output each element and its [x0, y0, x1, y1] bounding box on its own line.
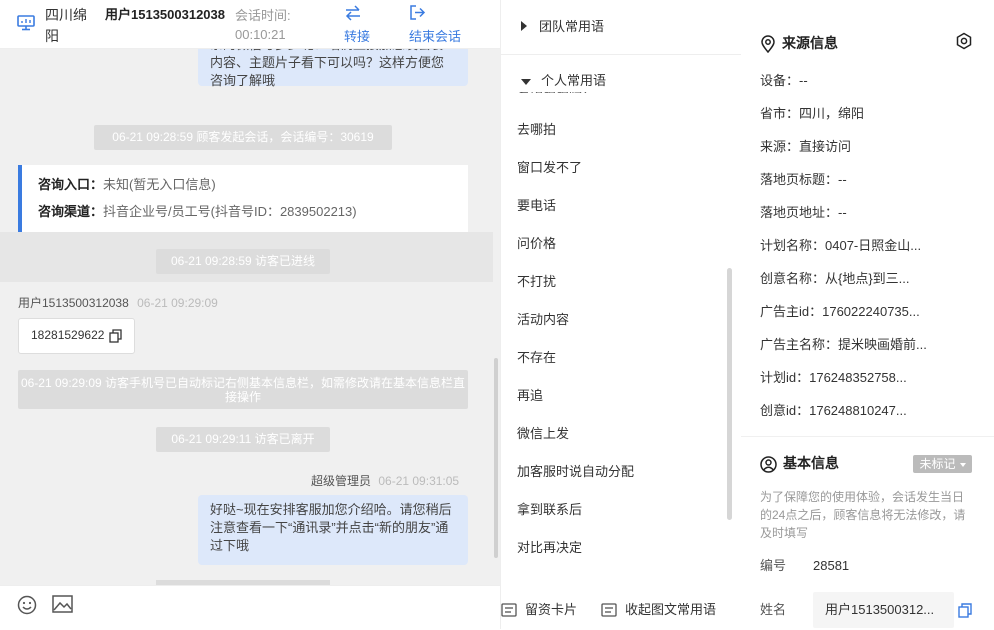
- user-circle-icon: [760, 456, 777, 473]
- phrase-item[interactable]: 要电话: [517, 197, 556, 215]
- source-info-label: 来源信息: [782, 35, 838, 51]
- consult-channel-label: 咨询渠道：: [38, 204, 104, 219]
- copy-icon[interactable]: [958, 603, 972, 618]
- chat-header: 四川绵阳 用户1513500312038 会话时间: 00:10:21 转接 结…: [0, 0, 500, 49]
- source-creative-name: 创意名称：从{地点}到三...: [760, 271, 910, 286]
- phrase-item[interactable]: 去哪拍: [517, 121, 556, 139]
- chat-scrollbar[interactable]: [494, 358, 498, 558]
- phrases-footer: 留资卡片 收起图文常用语: [501, 586, 741, 629]
- transfer-button[interactable]: 转接: [344, 3, 408, 45]
- consult-entry-value: 未知(暂无入口信息): [103, 177, 216, 192]
- phrase-item[interactable]: 再追: [517, 387, 543, 405]
- source-device: 设备：--: [760, 73, 808, 88]
- image-icon[interactable]: [52, 595, 73, 613]
- agent-message-bubble: 好哒~现在安排客服加您介绍哈。请您稍后注意查看一下“通讯录”并点击“新的朋友”通…: [198, 495, 468, 565]
- caret-right-icon: [521, 21, 527, 31]
- tag-dropdown[interactable]: 未标记: [913, 455, 972, 473]
- visitor-name: 用户1513500312038: [105, 7, 225, 22]
- agent-message-meta: 超级管理员 06-21 09:31:05: [311, 472, 459, 489]
- phrase-item[interactable]: 对比再决定: [517, 539, 582, 557]
- agent-message-time: 06-21 09:31:05: [378, 474, 460, 488]
- divider: [741, 436, 994, 437]
- source-landing-url: 落地页地址：--: [760, 205, 847, 220]
- divider: [501, 54, 741, 55]
- basic-info-title: 基本信息: [760, 453, 839, 473]
- visitor-message-text: 18281529622: [31, 328, 105, 342]
- visitor-location: 四川绵阳: [45, 7, 87, 44]
- visitor-message-meta: 用户1513500312038 06-21 09:29:09: [18, 294, 218, 311]
- agent-message-name: 超级管理员: [311, 474, 372, 488]
- end-session-label: 结束会话: [409, 29, 462, 44]
- card-icon: [501, 603, 517, 617]
- monitor-icon: [17, 15, 35, 31]
- lead-card-label: 留资卡片: [525, 602, 578, 617]
- collapse-phrases-label: 收起图文常用语: [625, 602, 717, 617]
- source-advertiser-id: 广告主id：176022240735...: [760, 304, 920, 319]
- system-session-start: 06-21 09:28:59 顾客发起会话，会话编号：30619: [94, 125, 392, 150]
- consult-channel-row: 咨询渠道：抖音企业号/员工号(抖音号ID：2839502213): [38, 203, 357, 221]
- visitor-message-name: 用户1513500312038: [18, 296, 129, 310]
- target-icon[interactable]: [955, 32, 973, 50]
- system-visitor-enter: 06-21 09:28:59 访客已进线: [156, 249, 330, 274]
- source-info-title: 来源信息: [760, 33, 838, 54]
- copy-icon[interactable]: [109, 329, 122, 343]
- phrase-item[interactable]: 微信上发: [517, 425, 569, 443]
- phrase-item[interactable]: 拿到联系后: [517, 501, 582, 519]
- consult-entry-label: 咨询入口：: [38, 177, 104, 192]
- id-label: 编号: [760, 558, 787, 573]
- visitor-message-time: 06-21 09:29:09: [137, 296, 218, 310]
- system-autotag-notice: 06-21 09:29:09 访客手机号已自动标记右侧基本信息栏，如需修改请在基…: [18, 370, 468, 409]
- phrases-scrollbar[interactable]: [727, 268, 732, 520]
- phrase-item[interactable]: 活动内容: [517, 311, 569, 329]
- consult-info-card: 咨询入口：未知(暂无入口信息) 咨询渠道：抖音企业号/员工号(抖音号ID：283…: [18, 165, 468, 232]
- visitor-message-bubble: 18281529622: [18, 318, 135, 354]
- agent-message-bubble: 亲的微信号多少呢？咱们直接加您发套餐内容、主题片子看下可以吗？这样方便您咨询了解…: [198, 48, 468, 88]
- chevron-down-icon: [959, 462, 966, 467]
- system-visitor-leave: 06-21 09:29:11 访客已离开: [156, 427, 330, 452]
- caret-down-icon: [521, 78, 531, 85]
- phrase-item[interactable]: 窗口发不了: [517, 159, 582, 177]
- smile-icon[interactable]: [17, 595, 37, 615]
- consult-entry-row: 咨询入口：未知(暂无入口信息): [38, 176, 216, 194]
- session-time-value: 00:10:21: [235, 27, 286, 42]
- lead-card-button[interactable]: 留资卡片: [501, 599, 577, 618]
- source-plan-id: 计划id：176248352758...: [760, 370, 907, 385]
- source-province-city: 省市：四川，绵阳: [760, 106, 865, 121]
- edit-notice: 为了保障您的使用体验，会话发生当日的24点之后，顾客信息将无法修改，请及时填写: [760, 490, 966, 540]
- name-label: 姓名: [760, 602, 787, 617]
- tag-dropdown-label: 未标记: [919, 457, 956, 471]
- input-toolbar: [0, 585, 500, 630]
- source-channel: 来源：直接访问: [760, 139, 852, 154]
- id-value: 28581: [813, 558, 850, 573]
- transfer-label: 转接: [344, 29, 371, 44]
- phrase-item[interactable]: 加客服时说自动分配: [517, 463, 634, 481]
- quick-phrases-panel: 团队常用语 考虑拍拍吗？ 个人常用语 去哪拍 窗口发不了 要电话 问价格 不打扰…: [500, 0, 742, 629]
- personal-phrases-toggle[interactable]: 个人常用语: [521, 72, 606, 90]
- message-icon: [601, 603, 617, 617]
- phrase-item[interactable]: 问价格: [517, 235, 556, 253]
- team-phrases-label: 团队常用语: [539, 19, 605, 34]
- collapse-phrases-button[interactable]: 收起图文常用语: [601, 599, 716, 618]
- team-phrases-toggle[interactable]: 团队常用语: [521, 18, 604, 36]
- location-pin-icon: [761, 35, 775, 54]
- phrase-item[interactable]: 不打扰: [517, 273, 556, 291]
- end-session-button[interactable]: 结束会话: [409, 3, 473, 45]
- name-field[interactable]: 用户1513500312...: [813, 592, 954, 628]
- swap-arrows-icon: [345, 5, 360, 21]
- source-landing-title: 落地页标题：--: [760, 172, 847, 187]
- source-creative-id: 创意id：176248810247...: [760, 403, 907, 418]
- chat-message-list[interactable]: 亲的微信号多少呢？咱们直接加您发套餐内容、主题片子看下可以吗？这样方便您咨询了解…: [0, 48, 500, 585]
- visitor-info-panel: 来源信息 设备：-- 省市：四川，绵阳 来源：直接访问 落地页标题：-- 落地页…: [741, 0, 994, 629]
- source-advertiser-name: 广告主名称：提米映画婚前...: [760, 337, 927, 352]
- session-time-label: 会话时间:: [235, 8, 291, 23]
- basic-info-label: 基本信息: [783, 455, 839, 471]
- logout-icon: [410, 5, 426, 20]
- phrase-item[interactable]: 不存在: [517, 349, 556, 367]
- personal-phrases-label: 个人常用语: [541, 73, 607, 88]
- source-plan-name: 计划名称：0407-日照金山...: [760, 238, 922, 253]
- consult-channel-value: 抖音企业号/员工号(抖音号ID：2839502213): [103, 204, 357, 219]
